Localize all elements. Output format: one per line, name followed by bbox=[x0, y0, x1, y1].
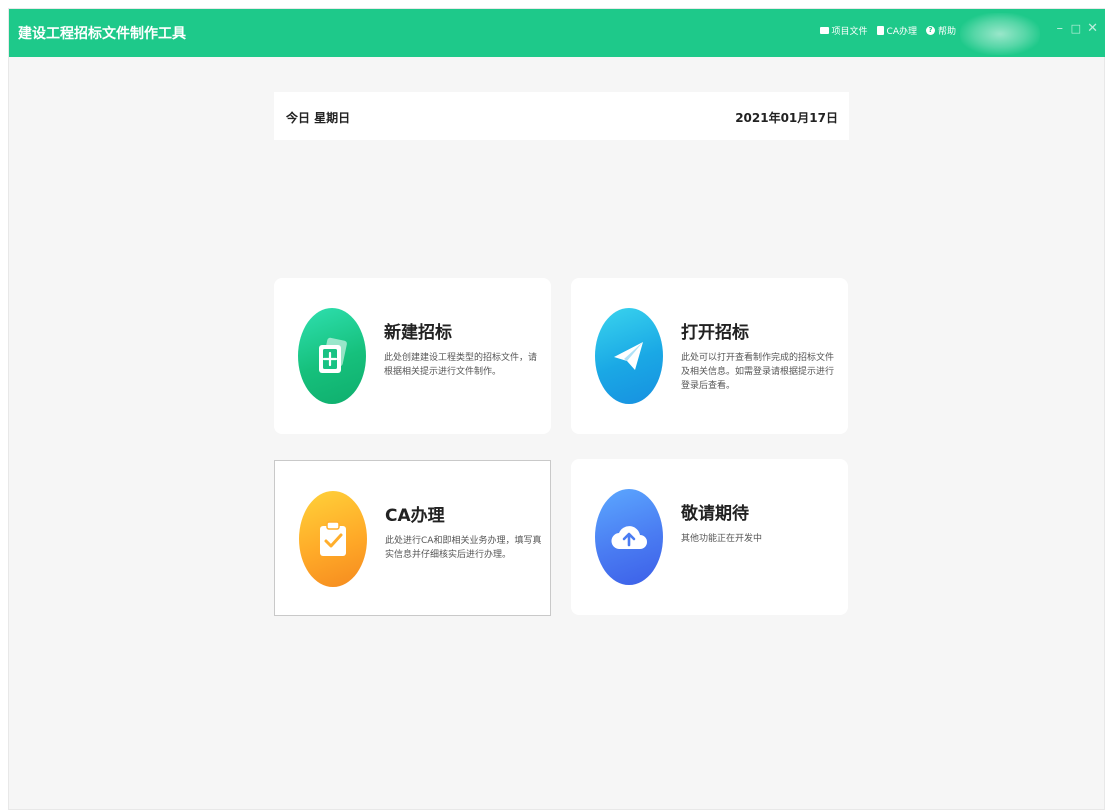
date-bar: 今日 星期日 2021年01月17日 bbox=[274, 92, 849, 140]
folder-icon bbox=[819, 27, 829, 34]
help-icon: ? bbox=[925, 26, 935, 35]
user-avatar-area[interactable] bbox=[960, 13, 1040, 55]
card-title: 新建招标 bbox=[384, 323, 452, 343]
project-files-button[interactable]: 项目文件 bbox=[819, 24, 868, 37]
cloud-upload-icon bbox=[595, 489, 663, 585]
minimize-button[interactable]: – bbox=[1057, 21, 1064, 36]
ca-handling-label: CA办理 bbox=[886, 27, 917, 37]
card-title: CA办理 bbox=[385, 506, 445, 526]
ca-handling-button[interactable]: CA办理 bbox=[876, 24, 917, 37]
document-icon bbox=[876, 26, 884, 35]
card-title: 敬请期待 bbox=[681, 504, 749, 524]
project-files-label: 项目文件 bbox=[831, 27, 868, 37]
app-window: 建设工程招标文件制作工具 项目文件 CA办理 ? 帮助 – □ ✕ 今日 星期日… bbox=[8, 8, 1105, 810]
new-tender-card[interactable]: 新建招标 此处创建建设工程类型的招标文件，请根据相关提示进行文件制作。 bbox=[274, 278, 551, 434]
card-description: 此处进行CA和即相关业务办理，填写真实信息并仔细核实后进行办理。 bbox=[385, 536, 542, 560]
card-description: 其他功能正在开发中 bbox=[681, 534, 763, 544]
clipboard-check-icon bbox=[299, 491, 367, 587]
title-bar: 建设工程招标文件制作工具 项目文件 CA办理 ? 帮助 – □ ✕ bbox=[9, 9, 1105, 57]
open-tender-card[interactable]: 打开招标 此处可以打开查看制作完成的招标文件及相关信息。如需登录请根据提示进行登… bbox=[571, 278, 848, 434]
card-title: 打开招标 bbox=[681, 323, 749, 343]
help-button[interactable]: ? 帮助 bbox=[925, 24, 956, 37]
new-file-icon bbox=[298, 308, 366, 404]
card-description: 此处可以打开查看制作完成的招标文件及相关信息。如需登录请根据提示进行登录后查看。 bbox=[681, 353, 835, 391]
weekday-label: 今日 星期日 bbox=[286, 111, 351, 125]
maximize-button[interactable]: □ bbox=[1071, 22, 1081, 35]
app-title: 建设工程招标文件制作工具 bbox=[18, 26, 186, 42]
coming-soon-card[interactable]: 敬请期待 其他功能正在开发中 bbox=[571, 459, 848, 615]
close-button[interactable]: ✕ bbox=[1087, 21, 1098, 36]
help-label: 帮助 bbox=[937, 27, 956, 37]
ca-handling-card[interactable]: CA办理 此处进行CA和即相关业务办理，填写真实信息并仔细核实后进行办理。 bbox=[274, 460, 551, 616]
date-label: 2021年01月17日 bbox=[735, 111, 838, 125]
card-description: 此处创建建设工程类型的招标文件，请根据相关提示进行文件制作。 bbox=[384, 353, 538, 377]
title-actions: 项目文件 CA办理 ? 帮助 bbox=[819, 24, 956, 37]
paper-plane-icon bbox=[595, 308, 663, 404]
